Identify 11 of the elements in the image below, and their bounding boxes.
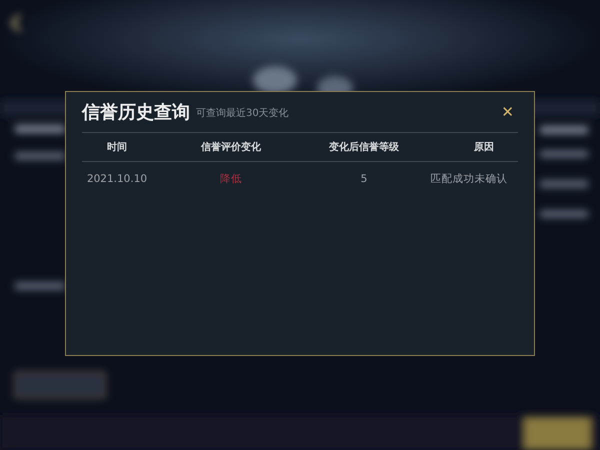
- close-button[interactable]: ✕: [501, 104, 514, 120]
- table-cell-text: 降低: [220, 172, 242, 188]
- table-cell-text: 5: [360, 172, 368, 188]
- column-header: 变化后信誉等级: [329, 140, 399, 154]
- table-cell-text: 匹配成功未确认: [430, 172, 508, 188]
- column-header: 信誉评价变化: [201, 140, 261, 154]
- dialog-title: 信誉历史查询: [82, 101, 190, 125]
- column-header: 时间: [107, 140, 127, 154]
- table-cell-text: 2021.10.10: [86, 172, 148, 188]
- column-header: 原因: [474, 140, 494, 154]
- dialog-subtitle: 可查询最近30天变化: [196, 106, 289, 121]
